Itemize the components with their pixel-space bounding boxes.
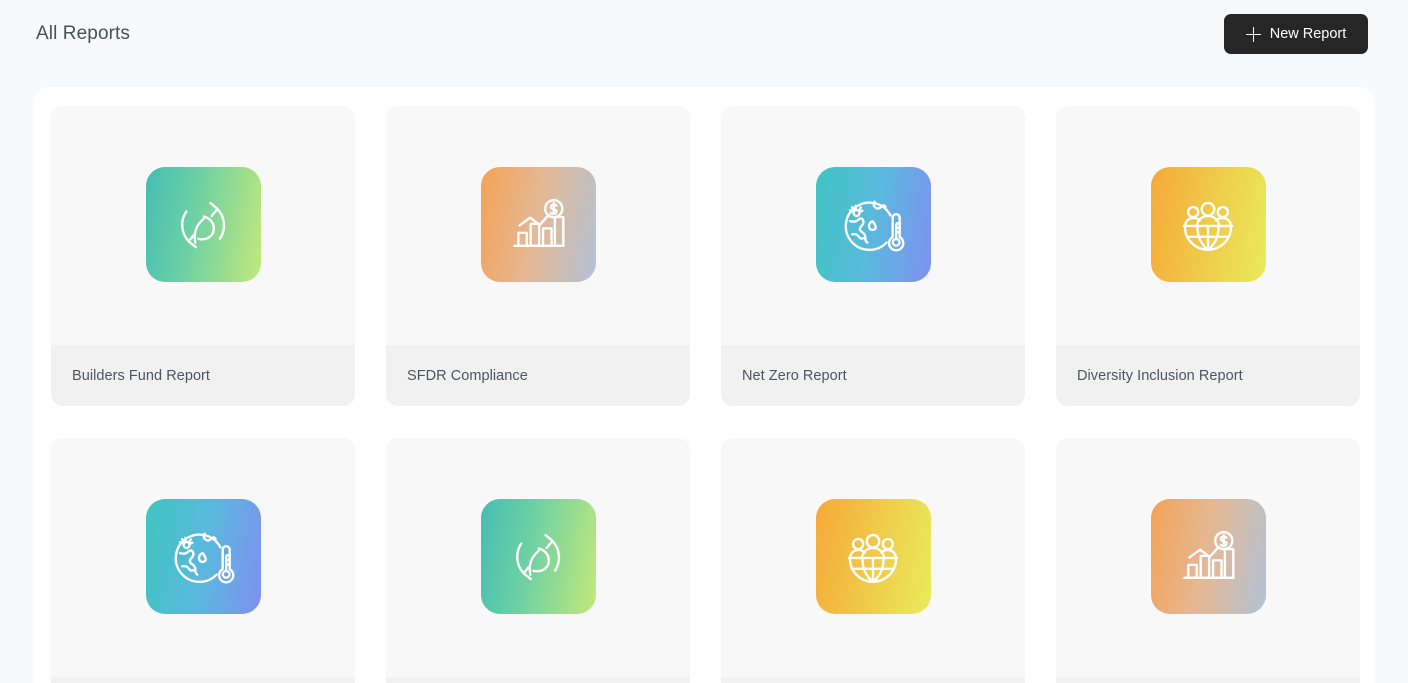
report-card-body — [386, 106, 690, 345]
report-card[interactable] — [721, 438, 1025, 683]
report-card-body — [386, 438, 690, 677]
new-report-button[interactable]: New Report — [1224, 14, 1368, 54]
report-card-footer — [51, 677, 355, 683]
report-card[interactable]: Builders Fund Report — [51, 106, 355, 406]
report-card-title: Diversity Inclusion Report — [1077, 367, 1243, 384]
reports-grid: Builders Fund Report SFDR Compliance Net Z… — [51, 106, 1360, 683]
report-card-body — [51, 438, 355, 677]
report-card[interactable] — [386, 438, 690, 683]
report-card-footer — [721, 677, 1025, 683]
report-card-body — [1056, 438, 1360, 677]
report-card[interactable] — [1056, 438, 1360, 683]
report-card-body — [51, 106, 355, 345]
report-card[interactable]: Diversity Inclusion Report — [1056, 106, 1360, 406]
recycle-leaf-icon — [145, 167, 261, 282]
report-card[interactable]: SFDR Compliance — [386, 106, 690, 406]
report-card-footer: Diversity Inclusion Report — [1056, 345, 1360, 406]
people-globe-icon — [1150, 167, 1266, 282]
report-card-body — [721, 438, 1025, 677]
globe-thermometer-icon — [815, 167, 931, 282]
report-card-body — [1056, 106, 1360, 345]
plus-icon — [1245, 26, 1261, 42]
report-card[interactable] — [51, 438, 355, 683]
reports-panel: Builders Fund Report SFDR Compliance Net Z… — [33, 87, 1375, 683]
bar-chart-dollar-icon — [480, 167, 596, 282]
report-card-title: Net Zero Report — [742, 367, 847, 384]
report-card-footer: Net Zero Report — [721, 345, 1025, 406]
report-card-title: Builders Fund Report — [72, 367, 211, 384]
people-globe-icon — [815, 499, 931, 614]
report-card-footer: SFDR Compliance — [386, 345, 690, 406]
globe-thermometer-icon — [145, 499, 261, 614]
report-card-title: SFDR Compliance — [407, 367, 528, 384]
page-title: All Reports — [36, 23, 131, 44]
page-header: All Reports New Report — [0, 0, 1408, 87]
report-card-body — [721, 106, 1025, 345]
new-report-button-label: New Report — [1269, 26, 1347, 42]
report-card-footer — [386, 677, 690, 683]
bar-chart-dollar-icon — [1150, 499, 1266, 614]
recycle-leaf-icon — [480, 499, 596, 614]
report-card-footer — [1056, 677, 1360, 683]
report-card-footer: Builders Fund Report — [51, 345, 355, 406]
report-card[interactable]: Net Zero Report — [721, 106, 1025, 406]
